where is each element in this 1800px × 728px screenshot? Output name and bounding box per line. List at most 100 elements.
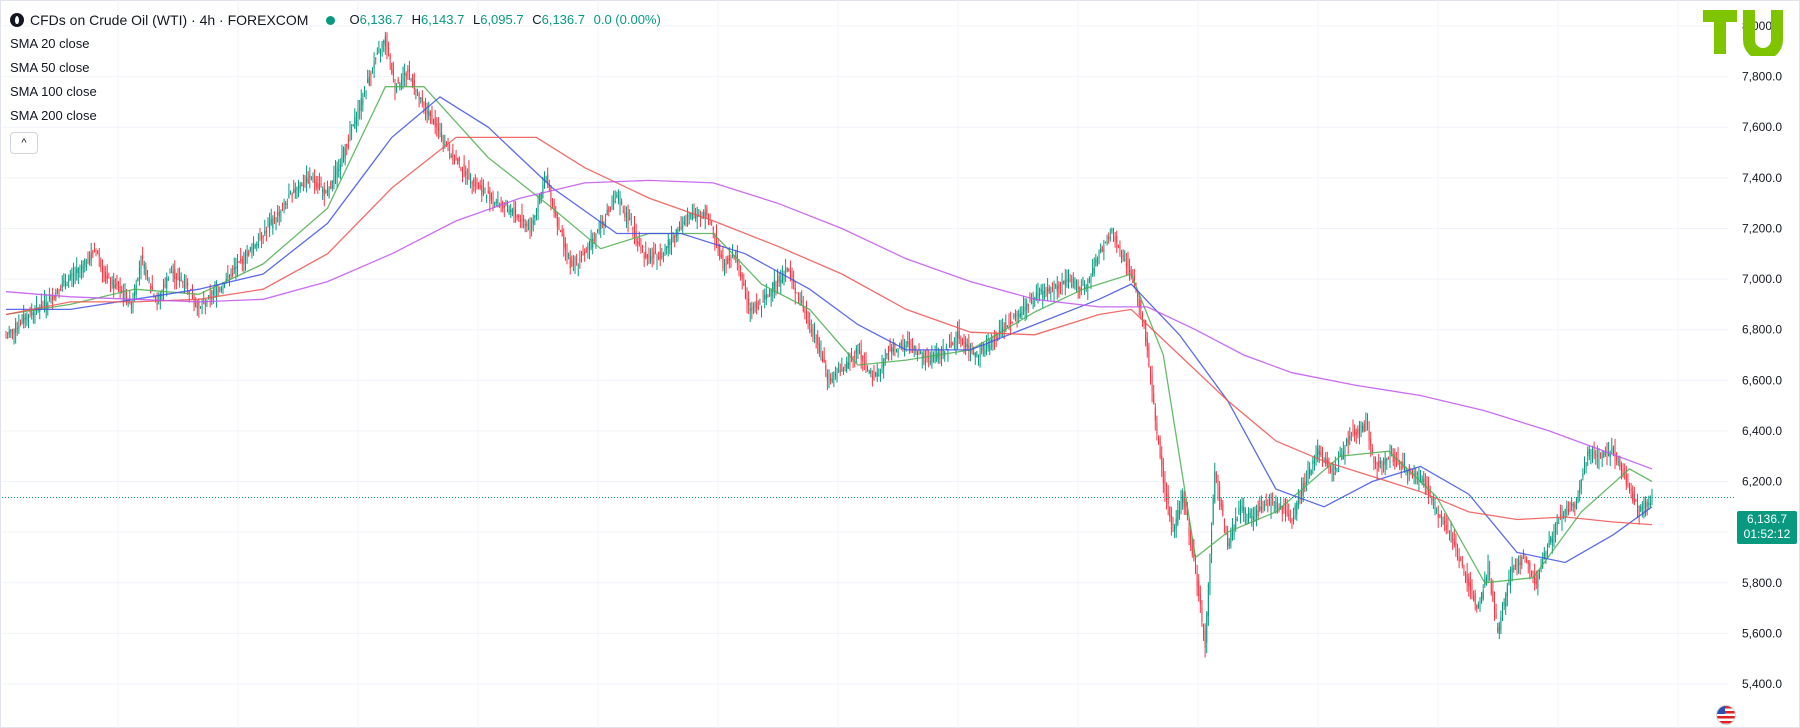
candle-body: [1092, 267, 1094, 276]
candle-body: [1632, 491, 1634, 501]
candle-body: [1236, 519, 1238, 521]
candle-body: [296, 187, 298, 191]
candle-body: [492, 196, 494, 202]
candle-body: [1169, 507, 1171, 517]
candle-body: [1162, 466, 1164, 484]
candle-body: [1315, 452, 1317, 458]
candle-body: [1468, 577, 1470, 587]
candle-body: [955, 335, 957, 344]
candle-body: [238, 261, 240, 263]
candle-body: [555, 211, 557, 216]
candle-body: [834, 373, 836, 376]
candle-body: [870, 370, 872, 374]
candle-body: [122, 294, 124, 299]
candle-body: [844, 366, 846, 368]
candle-body: [1572, 503, 1574, 506]
candle-body: [502, 202, 504, 209]
candle-body: [63, 280, 65, 284]
candle-body: [212, 290, 214, 295]
candle-body: [891, 347, 893, 354]
candle-body: [1031, 299, 1033, 302]
candle-body: [290, 192, 292, 194]
candle-body: [1146, 338, 1148, 351]
candle-body: [534, 215, 536, 218]
candle-body: [1640, 506, 1642, 512]
candle-body: [1439, 514, 1441, 517]
candle-body: [1220, 499, 1222, 507]
candle-body: [1564, 509, 1566, 515]
candle-body: [926, 358, 928, 360]
candle-body: [1035, 292, 1037, 299]
candle-body: [1153, 393, 1155, 404]
candle-body: [606, 209, 608, 216]
symbol-header[interactable]: CFDs on Crude Oil (WTI) · 4h · FOREXCOM …: [10, 10, 666, 30]
symbol-title[interactable]: CFDs on Crude Oil (WTI) · 4h · FOREXCOM: [30, 10, 308, 30]
y-tick-label: 6,600.0: [1742, 373, 1782, 387]
candle-body: [309, 175, 311, 179]
candle-body: [654, 251, 656, 253]
candle-body: [1082, 284, 1084, 286]
candle-body: [463, 163, 465, 167]
candle-body: [1212, 497, 1214, 525]
candle-body: [730, 258, 732, 260]
candle-body: [1158, 435, 1160, 444]
indicator-sma-20[interactable]: SMA 20 close: [10, 34, 666, 54]
candle-body: [953, 340, 955, 342]
candle-body: [879, 369, 881, 372]
candle-body: [1241, 505, 1243, 511]
candle-body: [486, 194, 488, 198]
candle-body: [1203, 625, 1205, 635]
candle-body: [230, 273, 232, 279]
candle-body: [1529, 562, 1531, 570]
candle-body: [1495, 613, 1497, 619]
candle-body: [728, 255, 730, 261]
y-tick-label: 7,800.0: [1742, 70, 1782, 84]
candle-body: [677, 228, 679, 236]
candle-body: [1047, 289, 1049, 292]
candle-body: [1167, 493, 1169, 504]
price-axis[interactable]: 8,000.07,800.07,600.07,400.07,200.07,000…: [1742, 19, 1782, 691]
candle-body: [1600, 453, 1602, 455]
high-value: 6,143.7: [420, 12, 465, 27]
candle-body: [298, 186, 300, 190]
candle-body: [778, 275, 780, 283]
candle-body: [1537, 573, 1539, 588]
candle-body: [515, 208, 517, 218]
candle-body: [1474, 593, 1476, 605]
candle-body: [1006, 325, 1008, 327]
candle-body: [1469, 581, 1471, 591]
candle-body: [595, 233, 597, 240]
candle-body: [201, 307, 203, 309]
tradingview-logo-icon[interactable]: [1703, 10, 1793, 56]
collapse-legend-button[interactable]: ^: [10, 132, 38, 154]
candle-body: [765, 293, 767, 300]
candle-body: [1555, 527, 1557, 533]
candle-body: [1278, 506, 1280, 508]
candle-body: [1175, 518, 1177, 528]
candle-body: [775, 282, 777, 287]
candle-body: [932, 357, 934, 362]
candle-body: [1606, 453, 1608, 458]
candle-body: [1027, 304, 1029, 306]
candle-body: [908, 342, 910, 350]
candle-body: [142, 255, 144, 260]
candle-body: [1437, 513, 1439, 518]
candle-body: [150, 286, 152, 288]
candle-body: [672, 235, 674, 242]
us-flag-icon: [1716, 705, 1736, 725]
indicator-sma-50[interactable]: SMA 50 close: [10, 58, 666, 78]
indicator-sma-200[interactable]: SMA 200 close: [10, 106, 666, 126]
candle-body: [1178, 510, 1180, 518]
candle-body: [1426, 481, 1428, 492]
candle-body: [1243, 507, 1245, 511]
indicator-sma-100[interactable]: SMA 100 close: [10, 82, 666, 102]
candle-body: [302, 185, 304, 187]
candle-body: [214, 289, 216, 291]
candle-body: [1561, 510, 1563, 520]
candle-body: [195, 302, 197, 307]
candle-body: [569, 256, 571, 268]
candle-body: [871, 375, 873, 380]
candle-body: [11, 330, 13, 333]
candle-body: [1550, 536, 1552, 543]
candle-body: [833, 375, 835, 377]
